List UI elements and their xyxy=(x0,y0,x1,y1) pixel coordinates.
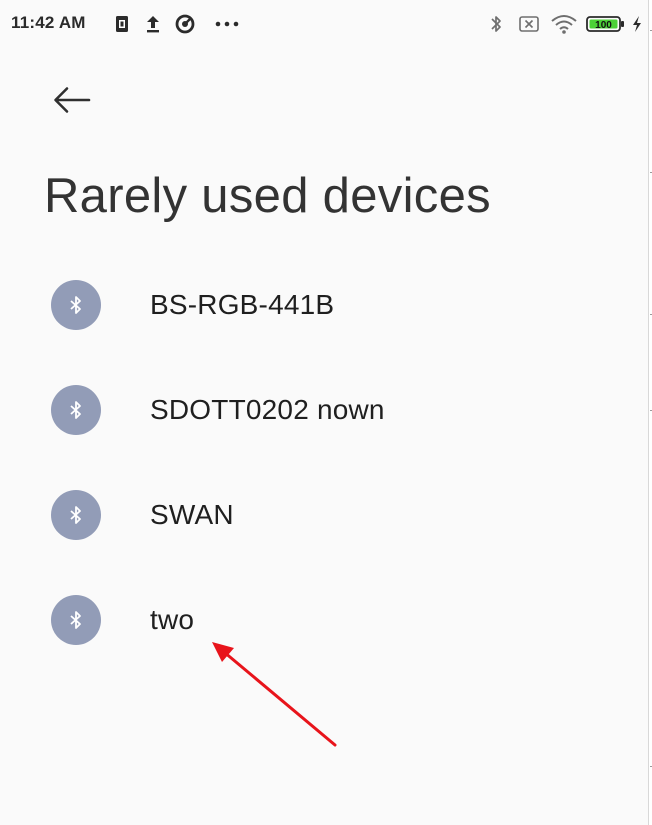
status-bar: 11:42 AM 100 xyxy=(0,0,648,48)
settings-screen: 11:42 AM 100 Rarely used devices BS-RGB-… xyxy=(0,0,648,825)
back-button[interactable] xyxy=(44,80,100,124)
scrollbar-track xyxy=(648,0,652,825)
arrow-left-icon xyxy=(52,85,92,120)
device-item-sdott0202-nown[interactable]: SDOTT0202 nown xyxy=(0,357,648,462)
bluetooth-icon xyxy=(51,280,101,330)
device-list: BS-RGB-441B SDOTT0202 nown SWAN two xyxy=(0,252,648,672)
device-name: SDOTT0202 nown xyxy=(150,394,385,425)
charging-icon xyxy=(630,12,644,36)
bluetooth-icon xyxy=(51,385,101,435)
wifi-icon xyxy=(550,12,578,36)
device-item-bs-rgb-441b[interactable]: BS-RGB-441B xyxy=(0,252,648,357)
device-item-swan[interactable]: SWAN xyxy=(0,462,648,567)
notification-app-icon xyxy=(114,12,130,36)
device-item-two[interactable]: two xyxy=(0,567,648,672)
battery-level-text: 100 xyxy=(595,20,612,31)
battery-icon: 100 xyxy=(586,12,626,36)
bluetooth-icon xyxy=(51,490,101,540)
bluetooth-icon xyxy=(51,595,101,645)
device-name: two xyxy=(150,604,195,635)
status-time: 11:42 AM xyxy=(11,13,86,32)
more-dots-icon xyxy=(214,12,240,36)
device-name: SWAN xyxy=(150,499,234,530)
no-sim-icon xyxy=(517,12,541,36)
device-name: BS-RGB-441B xyxy=(150,289,335,320)
upload-icon xyxy=(144,12,162,36)
page-title: Rarely used devices xyxy=(44,169,491,223)
data-saver-icon xyxy=(173,12,197,36)
bluetooth-icon xyxy=(487,12,505,36)
